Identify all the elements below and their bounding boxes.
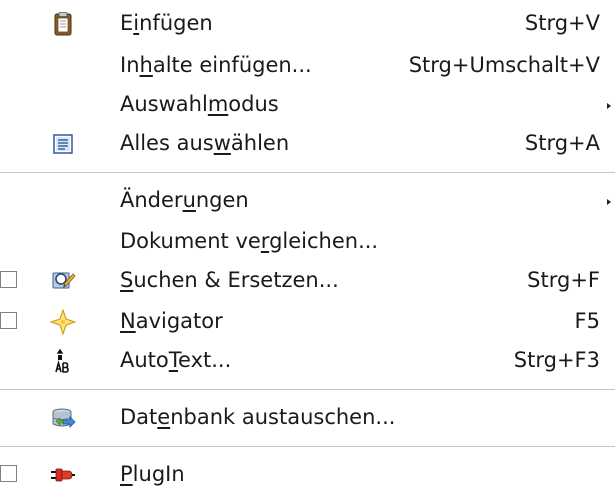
- shortcut-label: Strg+F3: [513, 348, 600, 372]
- find-replace-icon: [50, 268, 76, 294]
- clipboard-icon: [50, 11, 76, 37]
- menu-item-label: Auswahlmodus: [120, 92, 279, 116]
- menu-item-label: PlugIn: [120, 462, 185, 486]
- autotext-icon: [50, 348, 76, 374]
- shortcut-label: Strg+V: [524, 11, 600, 35]
- menu-item-label: Alles auswählen: [120, 131, 290, 155]
- menu-item-label: Einfügen: [120, 11, 213, 35]
- checkbox[interactable]: [0, 312, 17, 329]
- menu-item-aenderungen[interactable]: Änderungen: [0, 181, 615, 221]
- separator: [0, 446, 615, 447]
- checkbox[interactable]: [0, 465, 17, 482]
- shortcut-label: Strg+F: [527, 268, 600, 292]
- menu-item-suchen-ersetzen[interactable]: Suchen & Ersetzen... Strg+F: [0, 261, 615, 301]
- submenu-arrow-icon: [607, 103, 611, 109]
- menu-item-label: Dokument vergleichen...: [120, 229, 379, 253]
- shortcut-label: Strg+Umschalt+V: [408, 53, 600, 77]
- shortcut-label: Strg+A: [524, 131, 600, 155]
- menu-item-einfuegen[interactable]: Einfügen Strg+V: [0, 4, 615, 44]
- plugin-icon: [50, 462, 76, 488]
- menu-item-auswahlmodus[interactable]: Auswahlmodus: [0, 85, 615, 125]
- select-all-icon: [50, 131, 76, 157]
- menu-item-label: Inhalte einfügen...: [120, 53, 312, 77]
- submenu-arrow-icon: [607, 199, 611, 205]
- checkbox[interactable]: [0, 271, 17, 288]
- menu-item-label: Datenbank austauschen...: [120, 405, 396, 429]
- menu-item-navigator[interactable]: Navigator F5: [0, 302, 615, 342]
- navigator-icon: [49, 308, 77, 336]
- menu-item-datenbank-austauschen[interactable]: Datenbank austauschen...: [0, 398, 615, 438]
- menu-item-dokument-vergleichen[interactable]: Dokument vergleichen...: [0, 222, 615, 262]
- menu-item-label: AutoText...: [120, 348, 232, 372]
- database-exchange-icon: [50, 405, 76, 431]
- menu-item-autotext[interactable]: AutoText... Strg+F3: [0, 341, 615, 381]
- separator: [0, 389, 615, 390]
- menu-item-alles-auswaehlen[interactable]: Alles auswählen Strg+A: [0, 124, 615, 164]
- menu-item-plugin[interactable]: PlugIn: [0, 455, 615, 495]
- menu-item-label: Suchen & Ersetzen...: [120, 268, 339, 292]
- menu-item-label: Navigator: [120, 309, 223, 333]
- separator: [0, 172, 615, 173]
- menu-item-label: Änderungen: [120, 188, 249, 212]
- shortcut-label: F5: [574, 309, 600, 333]
- menu-item-inhalte-einfuegen[interactable]: Inhalte einfügen... Strg+Umschalt+V: [0, 46, 615, 86]
- edit-menu: Einfügen Strg+V Inhalte einfügen... Strg…: [0, 0, 615, 490]
